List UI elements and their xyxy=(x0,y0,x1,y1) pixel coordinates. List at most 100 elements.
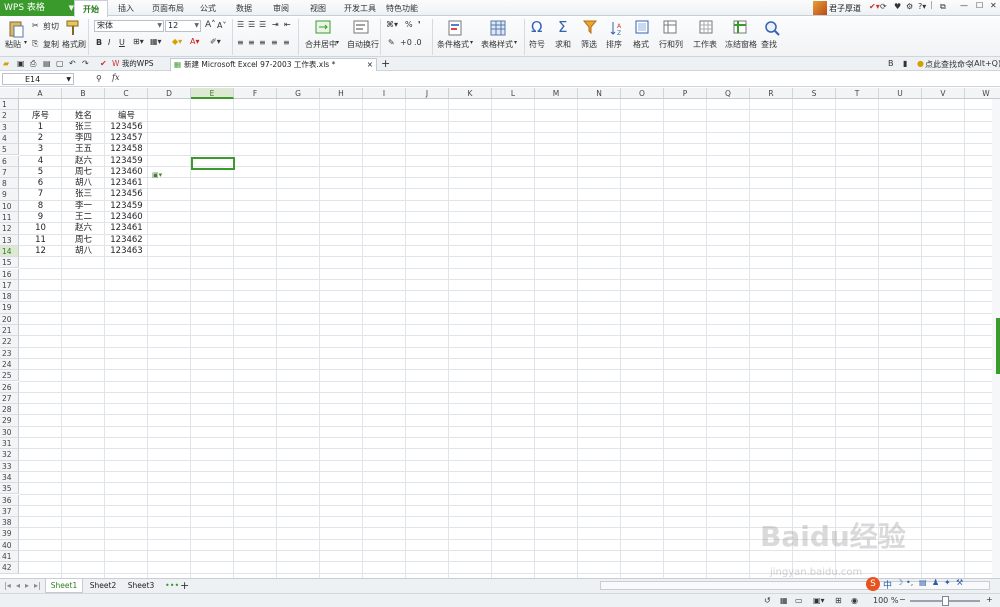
freeze-pane-icon[interactable] xyxy=(733,20,747,34)
protect-icon[interactable]: ↺ xyxy=(764,596,771,605)
wrap-text-icon[interactable] xyxy=(353,20,369,34)
chevron-down-icon[interactable]: ▾ xyxy=(336,39,339,46)
sort-button[interactable]: 排序 xyxy=(606,39,622,50)
border-icon[interactable]: ⊞▾ xyxy=(133,37,144,46)
index-cell[interactable]: 4 xyxy=(19,156,62,167)
row-header[interactable]: 18 xyxy=(0,291,19,303)
row-header[interactable]: 17 xyxy=(0,279,19,292)
row-header[interactable]: 4 xyxy=(0,132,19,145)
row-header[interactable]: 20 xyxy=(0,313,19,325)
font-name-select[interactable]: 宋体 ▼ xyxy=(94,20,164,32)
side-panel-handle[interactable] xyxy=(996,318,1000,374)
maximize-icon[interactable]: ☐ xyxy=(976,1,983,10)
id-cell[interactable]: 123456 xyxy=(105,122,148,133)
tab-active-document[interactable]: ▦ 新建 Microsoft Excel 97-2003 工作表.xls * × xyxy=(170,58,377,71)
column-header[interactable]: K xyxy=(449,88,492,99)
column-header[interactable]: E xyxy=(191,88,234,99)
zoom-out-icon[interactable]: − xyxy=(899,595,906,604)
tab-developer[interactable]: 开发工具 xyxy=(344,0,376,16)
row-header[interactable]: 2 xyxy=(0,110,19,122)
number-format-icon[interactable]: ⌘▾ xyxy=(386,20,398,29)
copy-icon[interactable]: ⎘ xyxy=(32,39,38,49)
settings-icon[interactable]: ⚙ xyxy=(906,2,913,11)
id-cell[interactable]: 123460 xyxy=(105,212,148,223)
row-header[interactable]: 8 xyxy=(0,178,19,190)
row-header[interactable]: 30 xyxy=(0,426,19,438)
format-icon[interactable] xyxy=(635,20,649,34)
tab-view[interactable]: 视图 xyxy=(310,0,326,16)
header-cell-id[interactable]: 编号 xyxy=(105,111,148,122)
row-header[interactable]: 9 xyxy=(0,189,19,201)
row-header[interactable]: 14 xyxy=(0,245,19,258)
omega-icon[interactable]: Ω xyxy=(531,18,542,36)
id-cell[interactable]: 123458 xyxy=(105,144,148,155)
copy-button[interactable]: 复制 xyxy=(43,39,59,50)
command-search-link[interactable]: 点此查找命令 xyxy=(925,59,973,70)
wrap-text-button[interactable]: 自动换行 xyxy=(347,39,379,50)
row-header[interactable]: 33 xyxy=(0,460,19,472)
justify-icon[interactable]: ≡ xyxy=(271,38,278,47)
row-header[interactable]: 11 xyxy=(0,212,19,224)
column-header[interactable]: W xyxy=(965,88,1000,99)
id-cell[interactable]: 123456 xyxy=(105,189,148,200)
column-header[interactable]: O xyxy=(621,88,664,99)
paste-button[interactable]: 粘贴 xyxy=(5,39,21,50)
format-painter-icon[interactable] xyxy=(66,20,80,36)
row-header[interactable]: 36 xyxy=(0,494,19,506)
align-right-icon[interactable]: ≡ xyxy=(259,38,266,47)
paste-options-icon[interactable]: ▣▾ xyxy=(152,171,162,179)
tab-data[interactable]: 数据 xyxy=(236,0,252,16)
sheet-tab-1[interactable]: Sheet1 xyxy=(45,579,83,593)
row-header[interactable]: 16 xyxy=(0,268,19,280)
index-cell[interactable]: 1 xyxy=(19,122,62,133)
zoom-in-icon[interactable]: + xyxy=(986,595,993,604)
index-cell[interactable]: 10 xyxy=(19,223,62,234)
row-header[interactable]: 19 xyxy=(0,302,19,314)
id-cell[interactable]: 123463 xyxy=(105,246,148,257)
row-header[interactable]: 6 xyxy=(0,155,19,167)
zoom-level[interactable]: 100 % xyxy=(873,596,898,605)
row-header[interactable]: 5 xyxy=(0,144,19,156)
minimize-icon[interactable]: — xyxy=(960,1,968,10)
row-header[interactable]: 21 xyxy=(0,325,19,337)
font-size-select[interactable]: 12 ▼ xyxy=(165,20,201,32)
increase-decimal-icon[interactable]: +0 xyxy=(400,38,412,47)
index-cell[interactable]: 12 xyxy=(19,246,62,257)
last-sheet-icon[interactable]: ▸| xyxy=(34,581,41,590)
select-all-corner[interactable] xyxy=(0,88,19,99)
table-style-icon[interactable] xyxy=(490,20,506,36)
conditional-format-button[interactable]: 条件格式 xyxy=(437,39,469,50)
name-cell[interactable]: 王五 xyxy=(62,144,105,155)
column-header[interactable]: P xyxy=(664,88,707,99)
comma-style-icon[interactable]: ❜ xyxy=(418,20,421,29)
row-header[interactable]: 28 xyxy=(0,404,19,416)
format-painter-button[interactable]: 格式刷 xyxy=(62,39,86,50)
sheet-tab-2[interactable]: Sheet2 xyxy=(84,579,122,593)
add-sheet-icon[interactable]: + xyxy=(180,579,189,592)
scissors-icon[interactable]: ✂ xyxy=(32,21,39,30)
tab-page-layout[interactable]: 页面布局 xyxy=(152,0,184,16)
tab-formulas[interactable]: 公式 xyxy=(200,0,216,16)
zoom-slider[interactable] xyxy=(910,596,980,606)
row-header[interactable]: 37 xyxy=(0,505,19,518)
user-menu-icon[interactable]: ✔▾ xyxy=(869,2,880,11)
skin-icon[interactable]: ✦ xyxy=(944,578,951,587)
worksheet-icon[interactable] xyxy=(699,20,713,34)
filter-icon[interactable] xyxy=(583,20,597,34)
sum-button[interactable]: 求和 xyxy=(555,39,571,50)
column-header[interactable]: I xyxy=(363,88,406,99)
row-header[interactable]: 42 xyxy=(0,562,19,574)
preview-icon[interactable]: ▢ xyxy=(56,59,64,68)
tab-my-wps[interactable]: W 我的WPS xyxy=(112,58,154,71)
column-header[interactable]: M xyxy=(535,88,578,99)
page-break-view-icon[interactable]: ▣▾ xyxy=(813,596,825,605)
index-cell[interactable]: 2 xyxy=(19,133,62,144)
column-header[interactable]: U xyxy=(879,88,922,99)
formula-input[interactable] xyxy=(130,73,996,85)
column-header[interactable]: Q xyxy=(707,88,750,99)
column-header[interactable]: G xyxy=(277,88,320,99)
chevron-down-icon[interactable]: ▼ xyxy=(66,74,71,85)
chevron-down-icon[interactable]: ▾ xyxy=(24,39,27,46)
chevron-down-icon[interactable]: ▾ xyxy=(470,39,473,46)
prev-sheet-icon[interactable]: ◂ xyxy=(16,581,20,590)
